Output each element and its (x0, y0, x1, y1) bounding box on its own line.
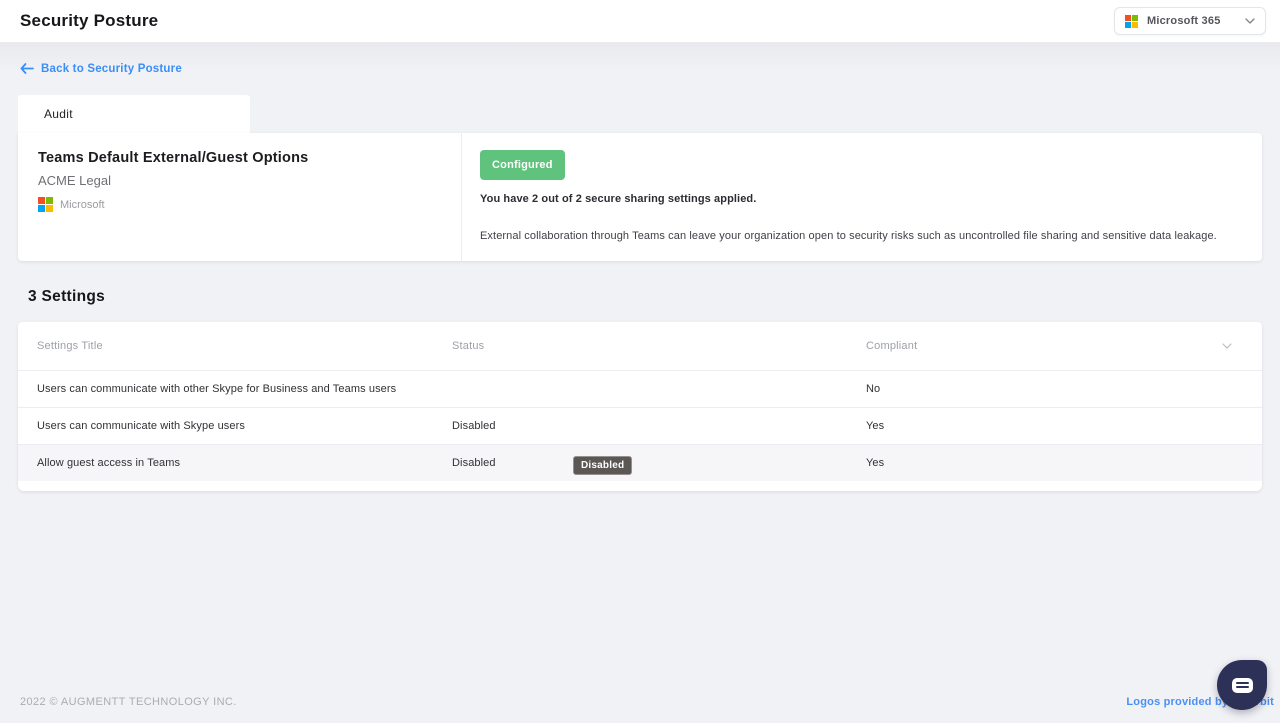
copyright-text: 2022 © AUGMENTT TECHNOLOGY INC. (20, 695, 237, 708)
status-tooltip: Disabled (573, 456, 633, 475)
column-header-status: Status (452, 340, 485, 352)
setting-row-compliant: No (866, 383, 881, 395)
provider-row: Microsoft (38, 197, 441, 212)
settings-table: Settings Title Status Compliant Users ca… (18, 322, 1262, 491)
column-header-compliant: Compliant (866, 340, 918, 352)
setting-title: Teams Default External/Guest Options (38, 150, 309, 166)
settings-summary: You have 2 out of 2 secure sharing setti… (480, 193, 757, 205)
setting-row-title: Users can communicate with Skype users (37, 420, 245, 432)
setting-row-title: Allow guest access in Teams (37, 457, 181, 469)
footer: 2022 © AUGMENTT TECHNOLOGY INC. Logos pr… (0, 680, 1280, 723)
microsoft-logo-icon (1125, 14, 1138, 28)
provider-label: Microsoft (60, 198, 105, 211)
chat-bubble-icon (1231, 677, 1253, 693)
settings-count-heading: 3 Settings (28, 288, 106, 305)
table-row[interactable]: Users can communicate with Skype users D… (18, 407, 1262, 444)
microsoft-logo-icon (38, 197, 53, 212)
tab-audit[interactable]: Audit (18, 95, 250, 133)
security-posture-screen: Security Posture Microsoft 365 Back to S… (0, 0, 1280, 723)
table-row[interactable]: Allow guest access in Teams Disabled Yes (18, 444, 1262, 481)
detail-card-right: Configured You have 2 out of 2 secure sh… (461, 133, 1262, 261)
chat-widget-button[interactable] (1217, 660, 1267, 710)
setting-row-compliant: Yes (866, 457, 885, 469)
setting-row-status: Disabled (452, 420, 496, 432)
column-header-settings-title: Settings Title (37, 340, 103, 352)
main-content: Back to Security Posture Audit Teams Def… (0, 43, 1280, 723)
top-bar: Security Posture Microsoft 365 (0, 0, 1280, 43)
setting-row-compliant: Yes (866, 420, 885, 432)
status-badge: Configured (480, 150, 565, 180)
chevron-down-icon[interactable] (1222, 343, 1232, 349)
arrow-left-icon (20, 63, 34, 74)
tab-audit-label: Audit (44, 107, 73, 121)
back-link-label: Back to Security Posture (41, 62, 182, 75)
chevron-down-icon (1245, 18, 1255, 24)
page-title: Security Posture (20, 11, 159, 30)
company-name: ACME Legal (38, 173, 111, 188)
setting-row-status: Disabled (452, 457, 496, 469)
back-link[interactable]: Back to Security Posture (20, 63, 182, 75)
setting-description: External collaboration through Teams can… (480, 230, 1217, 242)
detail-card-left: Teams Default External/Guest Options ACM… (18, 133, 461, 261)
table-header-row: Settings Title Status Compliant (18, 322, 1262, 370)
tenant-selector-label: Microsoft 365 (1147, 15, 1221, 27)
table-row[interactable]: Users can communicate with other Skype f… (18, 370, 1262, 407)
setting-detail-card: Teams Default External/Guest Options ACM… (18, 133, 1262, 261)
setting-row-title: Users can communicate with other Skype f… (37, 383, 397, 395)
tenant-selector[interactable]: Microsoft 365 (1114, 7, 1266, 35)
